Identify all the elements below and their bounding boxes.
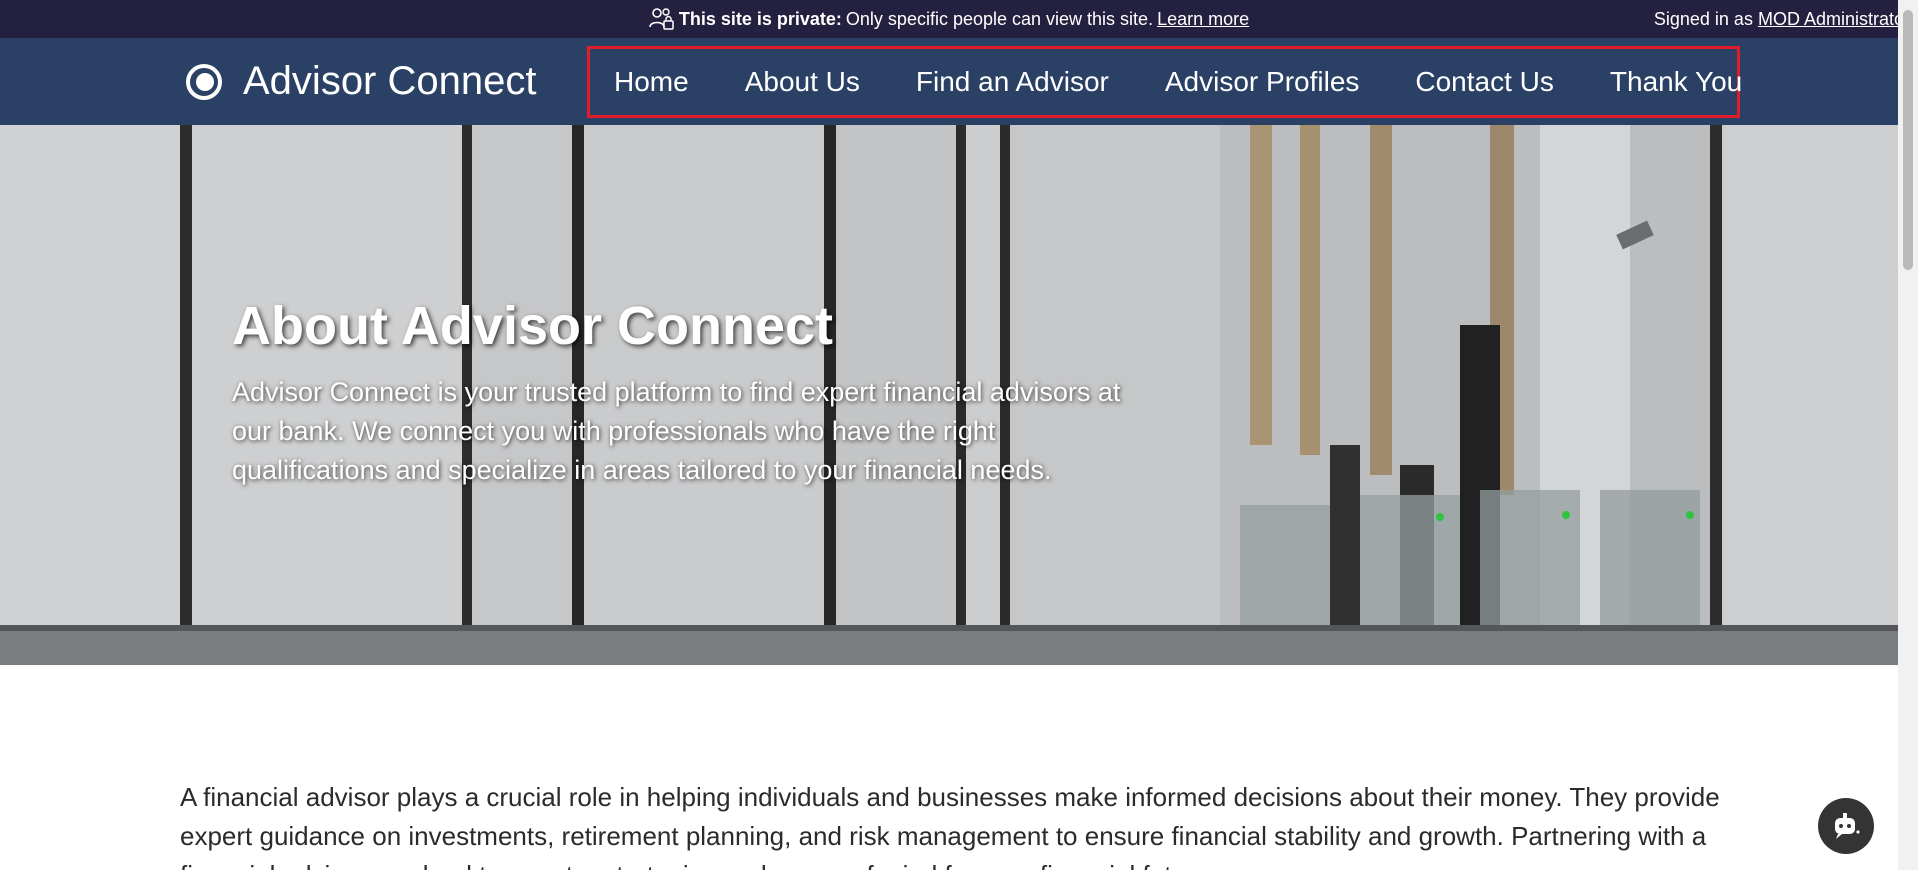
- scrollbar-thumb[interactable]: [1903, 10, 1913, 270]
- site-logo[interactable]: Advisor Connect: [184, 38, 536, 125]
- site-header: Advisor Connect Home About Us Find an Ad…: [0, 38, 1898, 125]
- intro-paragraph: A financial advisor plays a crucial role…: [180, 782, 1720, 870]
- nav-advisor-profiles[interactable]: Advisor Profiles: [1165, 66, 1360, 98]
- private-site-banner: This site is private: Only specific peop…: [0, 0, 1898, 38]
- user-name-link[interactable]: MOD Administrator: [1758, 9, 1910, 30]
- site-title[interactable]: Advisor Connect: [243, 59, 536, 104]
- hero-description: Advisor Connect is your trusted platform…: [232, 377, 1121, 485]
- hero-title: About Advisor Connect: [232, 296, 833, 356]
- private-text: Only specific people can view this site.: [845, 8, 1154, 29]
- ring-logo-icon: [186, 63, 222, 100]
- signed-in-info: Signed in as MOD Administrator: [1654, 0, 1910, 38]
- nav-contact-us[interactable]: Contact Us: [1415, 66, 1554, 98]
- private-label: This site is private:: [678, 8, 842, 29]
- copilot-bot-icon: [1835, 813, 1860, 839]
- hero-banner: About Advisor Connect Advisor Connect is…: [0, 125, 1898, 665]
- copilot-bot-button[interactable]: [1818, 798, 1874, 854]
- learn-more-link[interactable]: Learn more: [1157, 9, 1249, 30]
- page-scrollbar[interactable]: [1898, 0, 1918, 870]
- nav-about-us[interactable]: About Us: [745, 66, 860, 98]
- nav-home[interactable]: Home: [614, 66, 689, 98]
- nav-find-an-advisor[interactable]: Find an Advisor: [916, 66, 1109, 98]
- top-navigation: Home About Us Find an Advisor Advisor Pr…: [587, 46, 1742, 118]
- signed-in-prefix: Signed in as: [1653, 8, 1753, 29]
- people-lock-icon: [649, 7, 675, 31]
- nav-thank-you[interactable]: Thank You: [1610, 66, 1742, 98]
